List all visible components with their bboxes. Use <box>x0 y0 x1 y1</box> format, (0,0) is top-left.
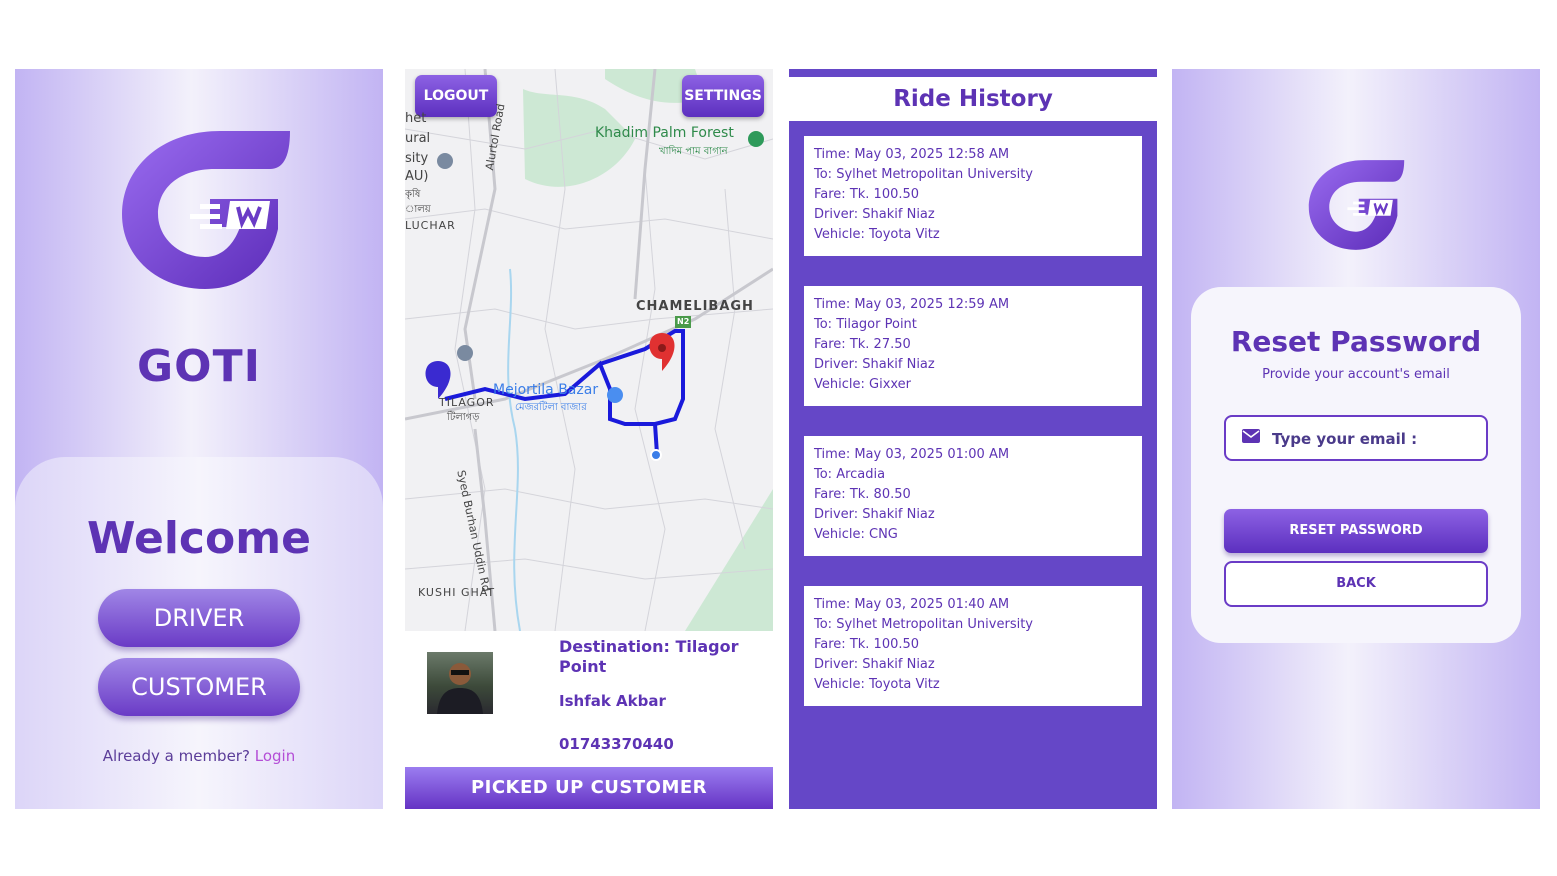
ride-vehicle: Vehicle: CNG <box>814 527 898 542</box>
top-bar <box>789 69 1157 77</box>
ride-time: Time: May 03, 2025 01:40 AM <box>814 597 1010 612</box>
reset-title: Reset Password <box>1230 325 1482 358</box>
map-label-luchar: LUCHAR <box>405 219 456 232</box>
map-label-forest: Khadim Palm Forest <box>595 125 734 141</box>
ride-driver: Driver: Shakif Niaz <box>814 507 935 522</box>
map-label-tilagor: TILAGOR <box>439 396 495 409</box>
login-link[interactable]: Login <box>255 747 295 765</box>
map-label-kushi-ghat: KUSHI GHAT <box>418 586 496 599</box>
map-label-tilagor-bn: টিলাগড় <box>447 412 480 423</box>
ride-fare: Fare: Tk. 100.50 <box>814 187 920 202</box>
ride-card[interactable]: Time: May 03, 2025 01:40 AM To: Sylhet M… <box>804 586 1142 706</box>
driver-button[interactable]: DRIVER <box>98 589 300 647</box>
map-label-chamelibagh: CHAMELIBAGH <box>636 299 754 314</box>
ride-card[interactable]: Time: May 03, 2025 12:58 AM To: Sylhet M… <box>804 136 1142 256</box>
member-prompt: Already a member? Login <box>15 747 383 765</box>
ride-destination: To: Arcadia <box>814 467 886 482</box>
map-label-partial-4: AU) <box>405 169 429 184</box>
ride-time: Time: May 03, 2025 12:59 AM <box>814 297 1010 312</box>
brand-title: GOTI <box>137 341 261 392</box>
ride-driver: Driver: Shakif Niaz <box>814 357 935 372</box>
ride-history-screen: Ride History Time: May 03, 2025 12:58 AM… <box>789 69 1157 809</box>
picked-up-button[interactable]: PICKED UP CUSTOMER <box>405 767 773 809</box>
settings-button[interactable]: SETTINGS <box>682 75 764 117</box>
map-label-bazar-bn: মেজরটিলা বাজার <box>515 402 587 413</box>
map-label-n2: N2 <box>677 317 690 326</box>
email-field[interactable] <box>1224 415 1488 461</box>
goti-logo <box>122 131 290 289</box>
ride-destination: To: Sylhet Metropolitan University <box>814 617 1033 632</box>
ride-fare: Fare: Tk. 27.50 <box>814 337 911 352</box>
map-label-partial-2: ural <box>405 131 431 146</box>
ride-fare: Fare: Tk. 80.50 <box>814 487 911 502</box>
ride-destination: To: Sylhet Metropolitan University <box>814 167 1033 182</box>
reset-password-button[interactable]: RESET PASSWORD <box>1224 509 1488 553</box>
ride-card[interactable]: Time: May 03, 2025 01:00 AM To: Arcadia … <box>804 436 1142 556</box>
map-label-partial-6: ালয় <box>405 204 431 215</box>
map-label-forest-bn: খাদিম পাম বাগান <box>659 146 728 157</box>
customer-avatar <box>427 652 493 714</box>
reset-password-screen: Reset Password Provide your account's em… <box>1172 69 1540 809</box>
history-title: Ride History <box>789 77 1157 121</box>
destination-text: Destination: Tilagor Point <box>559 637 739 676</box>
welcome-screen: GOTI Welcome DRIVER CUSTOMER Already a m… <box>15 69 383 809</box>
ride-card[interactable]: Time: May 03, 2025 12:59 AM To: Tilagor … <box>804 286 1142 406</box>
mail-icon <box>1242 429 1260 443</box>
ride-driver: Driver: Shakif Niaz <box>814 207 935 222</box>
ride-vehicle: Vehicle: Toyota Vitz <box>814 677 940 692</box>
ride-time: Time: May 03, 2025 01:00 AM <box>814 447 1010 462</box>
goti-logo <box>1308 160 1405 250</box>
ride-fare: Fare: Tk. 100.50 <box>814 637 920 652</box>
map-label-bazar: Mejortila Bazar <box>493 382 599 398</box>
email-input[interactable] <box>1270 423 1474 455</box>
customer-name: Ishfak Akbar <box>559 692 666 710</box>
ride-destination: To: Tilagor Point <box>814 317 917 332</box>
ride-vehicle: Vehicle: Toyota Vitz <box>814 227 940 242</box>
logout-button[interactable]: LOGOUT <box>415 75 497 117</box>
customer-phone[interactable]: 01743370440 <box>559 735 674 753</box>
map-label-partial-1: het <box>405 111 427 126</box>
reset-subtitle: Provide your account's email <box>1262 367 1450 382</box>
welcome-heading: Welcome <box>87 513 311 564</box>
customer-button[interactable]: CUSTOMER <box>98 658 300 716</box>
map-label-partial-3: sity <box>405 151 429 166</box>
driver-map-screen: LOGOUT SETTINGS Khadim Palm Forest খাদিম… <box>405 69 773 809</box>
member-text: Already a member? <box>102 747 250 765</box>
ride-driver: Driver: Shakif Niaz <box>814 657 935 672</box>
ride-vehicle: Vehicle: Gixxer <box>814 377 912 392</box>
back-button[interactable]: BACK <box>1224 561 1488 607</box>
ride-time: Time: May 03, 2025 12:58 AM <box>814 147 1010 162</box>
